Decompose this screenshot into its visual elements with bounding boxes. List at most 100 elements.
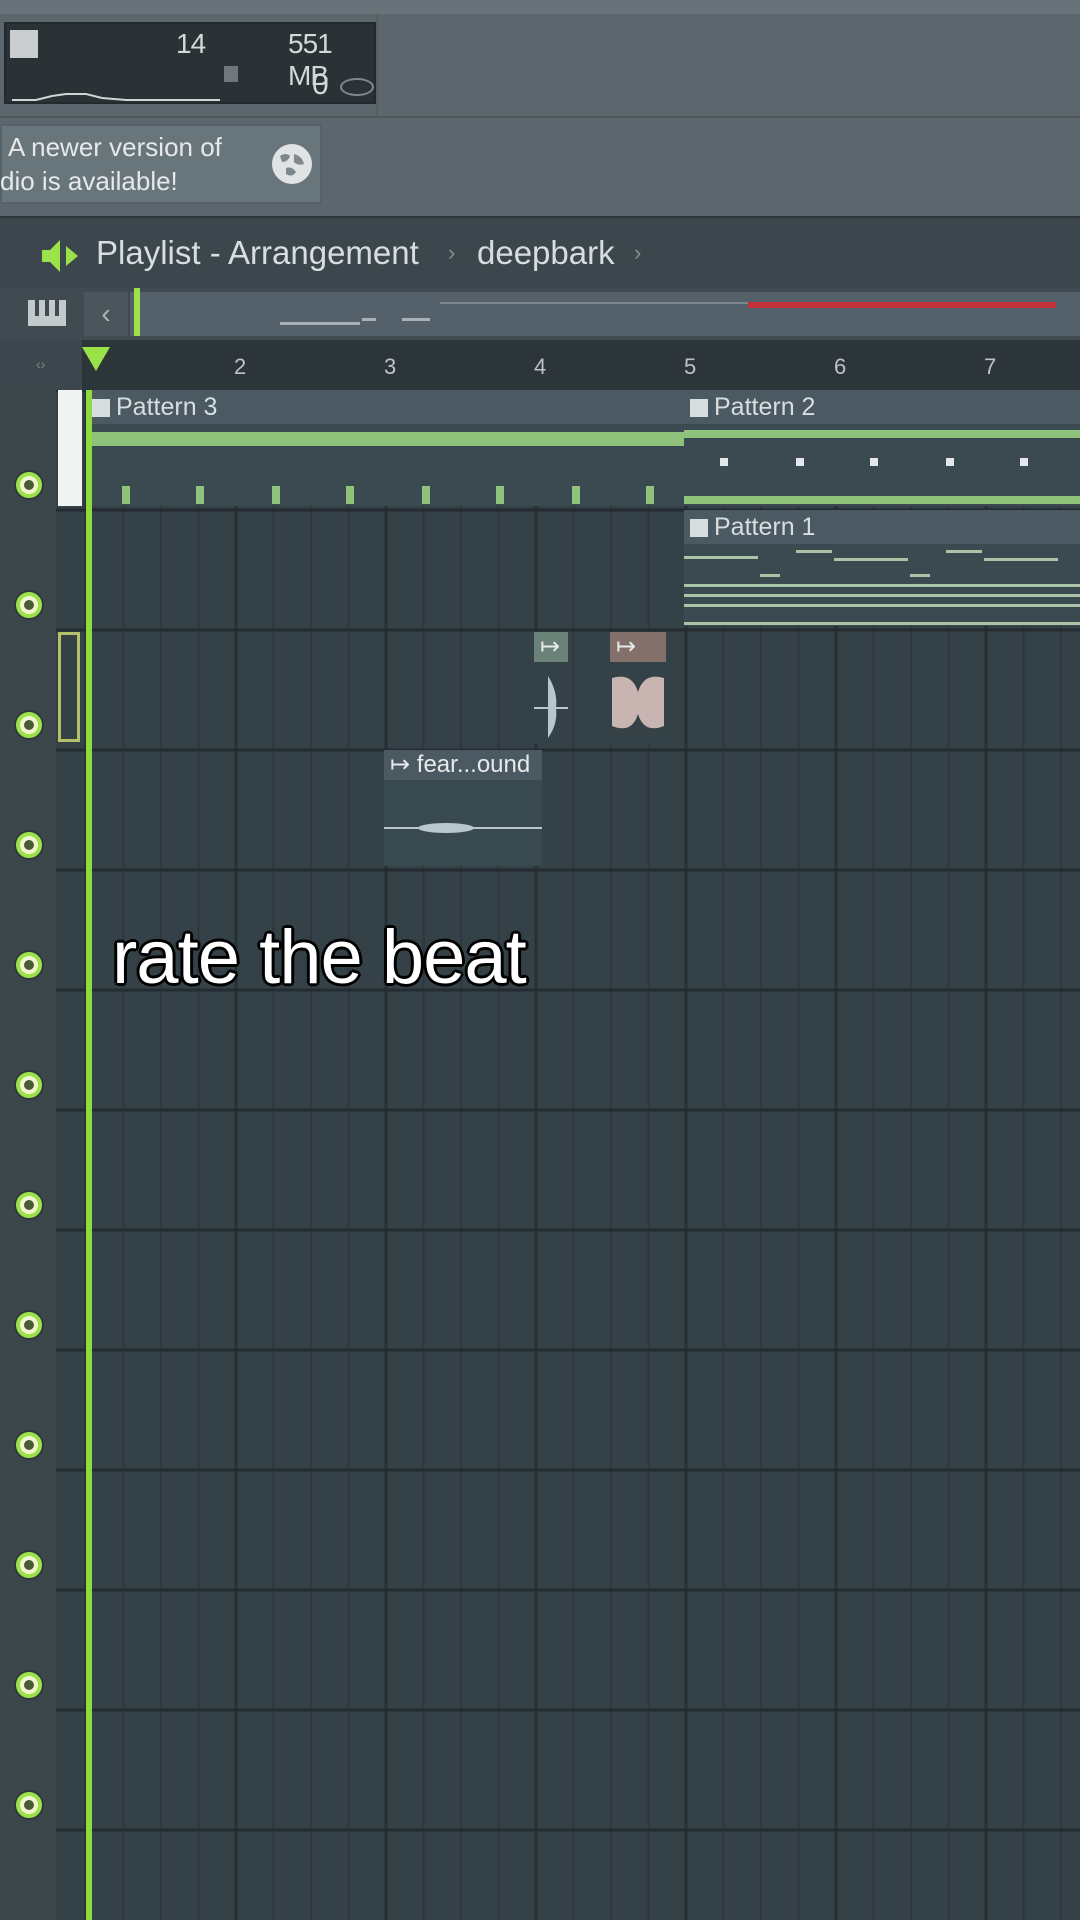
top-divider-vertical xyxy=(376,14,378,116)
note-dot xyxy=(870,458,878,466)
selection-box[interactable] xyxy=(58,632,80,742)
note-mark xyxy=(646,486,654,504)
note-dot xyxy=(946,458,954,466)
note-line xyxy=(684,604,1080,607)
pattern-2-notes xyxy=(684,430,1080,438)
clip-label: Pattern 2 xyxy=(714,393,816,421)
note-line xyxy=(760,574,780,577)
scroll-left-button[interactable]: ‹ xyxy=(84,292,128,336)
overview-clip-mark xyxy=(280,322,360,325)
note-line xyxy=(834,558,908,561)
overview-line xyxy=(440,302,750,304)
top-panel: 14 551 MB 0 A newer version of dio is av… xyxy=(0,0,1080,216)
breadcrumb-separator: › xyxy=(634,240,642,265)
playlist-title: Playlist - Arrangement xyxy=(96,234,419,271)
video-caption: rate the beat xyxy=(112,915,527,1000)
pattern-2-notes xyxy=(684,496,1080,504)
breadcrumb-pattern[interactable]: deepbark xyxy=(477,234,615,272)
polyphony-icon xyxy=(340,78,374,96)
track-mute-button[interactable] xyxy=(16,952,42,978)
bar-number: 7 xyxy=(984,354,997,379)
track-mute-button[interactable] xyxy=(16,1432,42,1458)
cpu-meter-icon xyxy=(10,30,38,58)
track-mute-button[interactable] xyxy=(16,472,42,498)
audio-clip-body[interactable] xyxy=(610,662,666,744)
overview-red-marker xyxy=(748,302,1056,308)
bar-number: 6 xyxy=(834,354,847,379)
pattern-icon xyxy=(92,399,110,417)
track-mute-button[interactable] xyxy=(16,1792,42,1818)
update-text-line1: A newer version of xyxy=(8,132,222,162)
bar-number: 2 xyxy=(234,354,247,379)
globe-icon[interactable] xyxy=(272,144,312,184)
cpu-graph xyxy=(12,93,220,101)
note-dot xyxy=(796,458,804,466)
clip-pattern-2[interactable]: Pattern 2 xyxy=(684,390,1080,424)
bar-number: 5 xyxy=(684,354,697,379)
note-mark xyxy=(122,486,130,504)
ruler-arrows-icon: ‹› xyxy=(36,356,46,372)
audio-waveform xyxy=(612,676,664,729)
audio-clip-body[interactable] xyxy=(534,662,568,744)
note-dot xyxy=(720,458,728,466)
track-mute-button[interactable] xyxy=(16,832,42,858)
overview-position-marker[interactable] xyxy=(134,288,140,336)
track-mute-button[interactable] xyxy=(16,1192,42,1218)
loop-marker[interactable] xyxy=(58,390,82,506)
clip-label: Pattern 3 xyxy=(116,393,218,421)
clip-pattern-3[interactable]: Pattern 3 xyxy=(86,390,684,424)
track-mute-button[interactable] xyxy=(16,712,42,738)
update-notice[interactable]: A newer version of dio is available! xyxy=(0,124,322,204)
note-mark xyxy=(496,486,504,504)
overview-track[interactable] xyxy=(130,292,1080,336)
small-knob-icon xyxy=(224,66,238,82)
polyphony-count: 0 xyxy=(312,68,329,101)
track-mute-button[interactable] xyxy=(16,1672,42,1698)
audio-clip-header[interactable]: ↦ fear...ound xyxy=(384,750,542,780)
audio-clip-icon: ↦ xyxy=(390,751,417,778)
pattern-3-notes xyxy=(86,432,684,446)
audio-clip-body[interactable] xyxy=(384,780,542,866)
song-position-marker[interactable] xyxy=(82,347,110,371)
note-line xyxy=(684,556,758,559)
piano-roll-icon[interactable] xyxy=(28,300,66,326)
overview-clip-mark xyxy=(362,318,376,321)
note-mark xyxy=(346,486,354,504)
track-mute-button[interactable] xyxy=(16,1312,42,1338)
pattern-icon xyxy=(690,519,708,537)
bar-number: 4 xyxy=(534,354,547,379)
track-mute-button[interactable] xyxy=(16,1072,42,1098)
audio-waveform xyxy=(384,823,542,833)
note-line xyxy=(984,558,1058,561)
cpu-monitor[interactable]: 14 551 MB 0 xyxy=(4,22,376,104)
note-line xyxy=(946,550,982,553)
clip-pattern-1[interactable]: Pattern 1 xyxy=(684,510,1080,544)
track-mute-button[interactable] xyxy=(16,1552,42,1578)
top-strip xyxy=(0,0,1080,14)
speaker-icon[interactable] xyxy=(40,238,84,274)
note-line xyxy=(684,584,1080,587)
breadcrumb-separator: › xyxy=(448,240,456,265)
update-text-line2: dio is available! xyxy=(0,166,178,196)
playlist-header[interactable]: Playlist - Arrangement › deepbark › xyxy=(0,216,1080,288)
note-line xyxy=(684,622,1080,625)
overview-clip-mark xyxy=(402,318,430,321)
note-mark xyxy=(272,486,280,504)
playhead[interactable] xyxy=(86,390,92,1920)
note-line xyxy=(684,594,1080,597)
note-mark xyxy=(196,486,204,504)
top-divider xyxy=(0,116,1080,118)
note-dot xyxy=(1020,458,1028,466)
audio-clip-label: fear...ound xyxy=(416,751,531,778)
note-mark xyxy=(422,486,430,504)
pattern-icon xyxy=(690,399,708,417)
audio-clip-header[interactable]: ↦ xyxy=(610,632,666,662)
clip-label: Pattern 1 xyxy=(714,513,816,541)
bar-number: 3 xyxy=(384,354,397,379)
track-mute-button[interactable] xyxy=(16,592,42,618)
cpu-count: 14 xyxy=(176,28,206,59)
audio-waveform xyxy=(534,676,568,738)
note-mark xyxy=(572,486,580,504)
overview-bar: ‹ xyxy=(0,288,1080,340)
audio-clip-header[interactable]: ↦ xyxy=(534,632,568,662)
